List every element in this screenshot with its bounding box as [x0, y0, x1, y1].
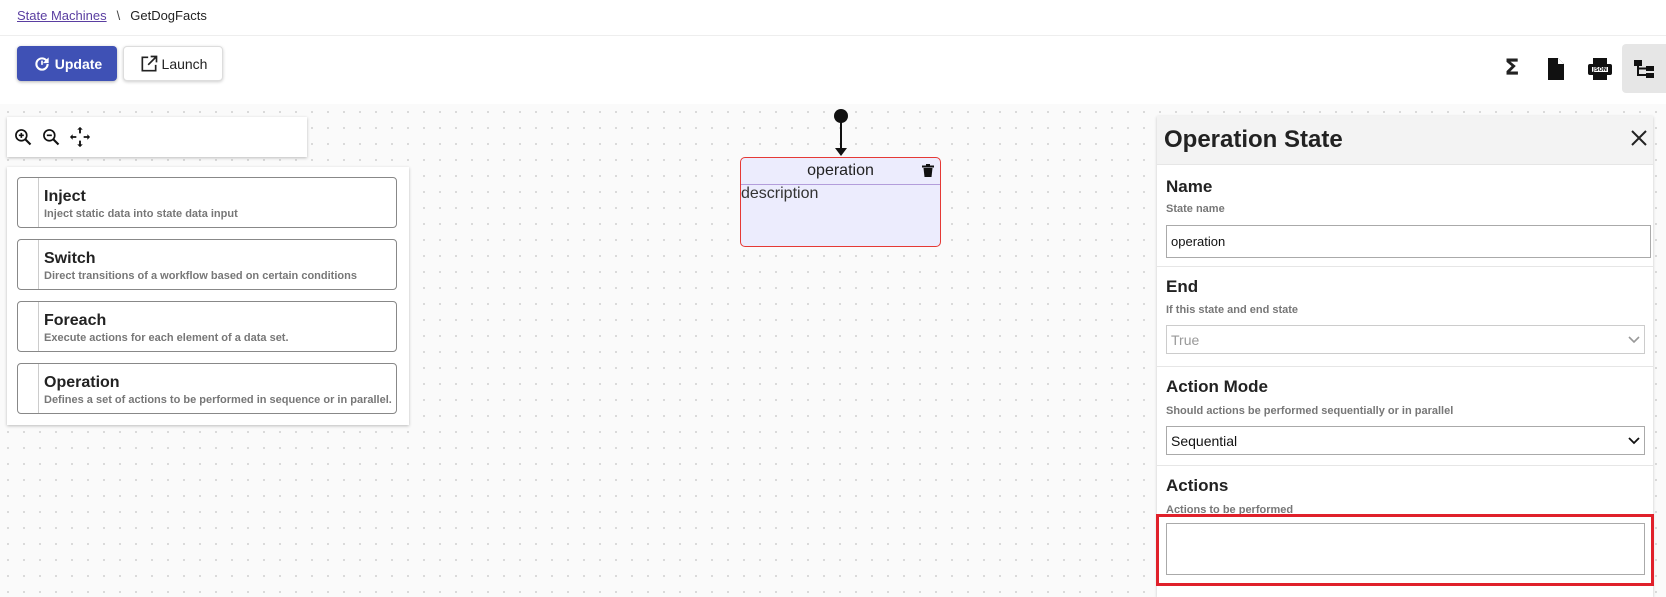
palette-item-switch[interactable]: Switch Direct transitions of a workflow …: [17, 239, 397, 290]
state-palette: Inject Inject static data into state dat…: [7, 167, 409, 425]
zoom-controls: [7, 117, 307, 157]
zoom-out-icon[interactable]: [41, 127, 61, 147]
header-divider: [0, 35, 1666, 36]
end-section: End If this state and end state True: [1157, 266, 1653, 366]
print-json-icon[interactable]: JSON: [1578, 44, 1622, 93]
breadcrumb-separator: \: [116, 8, 121, 23]
breadcrumb-current: GetDogFacts: [130, 8, 207, 23]
palette-item-operation[interactable]: Operation Defines a set of actions to be…: [17, 363, 397, 414]
end-state-value: True: [1171, 331, 1200, 348]
name-hint: State name: [1166, 203, 1225, 215]
update-button-label: Update: [54, 55, 103, 72]
actions-section: Actions Actions to be performed: [1157, 465, 1653, 597]
actions-label: Actions: [1166, 476, 1229, 495]
close-icon[interactable]: [1629, 128, 1649, 148]
palette-item-desc: Defines a set of actions to be performed…: [44, 394, 392, 406]
state-name-input[interactable]: [1166, 225, 1651, 258]
name-section: Name State name: [1157, 164, 1653, 266]
operation-state-node[interactable]: operation description: [740, 157, 941, 247]
chevron-down-icon: [1628, 436, 1640, 445]
action-mode-value: Sequential: [1171, 432, 1238, 449]
start-transition-arrow: [835, 148, 847, 156]
palette-item-title: Switch: [44, 250, 96, 267]
palette-item-desc: Execute actions for each element of a da…: [44, 332, 289, 344]
trash-icon[interactable]: [922, 164, 934, 177]
update-button[interactable]: Update: [17, 46, 117, 81]
action-mode-hint: Should actions be performed sequentially…: [1166, 405, 1454, 417]
view-toolbar: Σ JSON: [1490, 44, 1666, 93]
launch-button-label: Launch: [161, 55, 208, 72]
chevron-down-icon: [1628, 335, 1640, 344]
action-mode-select[interactable]: Sequential: [1166, 426, 1645, 455]
actions-hint: Actions to be performed: [1166, 504, 1294, 516]
end-state-select[interactable]: True: [1166, 325, 1645, 354]
sigma-glyph: Σ: [1504, 56, 1520, 81]
refresh-icon: [32, 54, 55, 74]
palette-item-title: Inject: [44, 188, 86, 205]
palette-item-foreach[interactable]: Foreach Execute actions for each element…: [17, 301, 397, 352]
action-mode-label: Action Mode: [1166, 377, 1268, 396]
state-node-name: operation: [741, 158, 940, 185]
palette-item-title: Operation: [44, 374, 120, 391]
palette-item-inject[interactable]: Inject Inject static data into state dat…: [17, 177, 397, 228]
breadcrumb: State Machines \ GetDogFacts: [17, 8, 207, 23]
panel-title: Operation State: [1164, 126, 1343, 153]
launch-button[interactable]: Launch: [123, 46, 223, 81]
name-label: Name: [1166, 177, 1213, 196]
palette-item-title: Foreach: [44, 312, 107, 329]
start-node: [834, 109, 848, 123]
actions-input[interactable]: [1166, 523, 1645, 575]
end-label: End: [1166, 277, 1199, 296]
state-node-description: description: [741, 185, 819, 202]
action-mode-section: Action Mode Should actions be performed …: [1157, 366, 1653, 465]
fit-view-icon[interactable]: [69, 126, 91, 148]
breadcrumb-state-machines-link[interactable]: State Machines: [17, 8, 107, 23]
tree-view-icon[interactable]: [1622, 44, 1666, 93]
svg-text:JSON: JSON: [1592, 67, 1607, 73]
sigma-icon[interactable]: Σ: [1490, 44, 1534, 93]
panel-header: Operation State: [1157, 116, 1653, 164]
file-icon[interactable]: [1534, 44, 1578, 93]
end-hint: If this state and end state: [1166, 304, 1299, 316]
launch-icon: [139, 54, 162, 74]
zoom-in-icon[interactable]: [13, 127, 33, 147]
palette-item-desc: Inject static data into state data input: [44, 208, 238, 220]
state-properties-panel: Operation State Name State name End If t…: [1157, 116, 1653, 597]
palette-item-desc: Direct transitions of a workflow based o…: [44, 270, 357, 282]
